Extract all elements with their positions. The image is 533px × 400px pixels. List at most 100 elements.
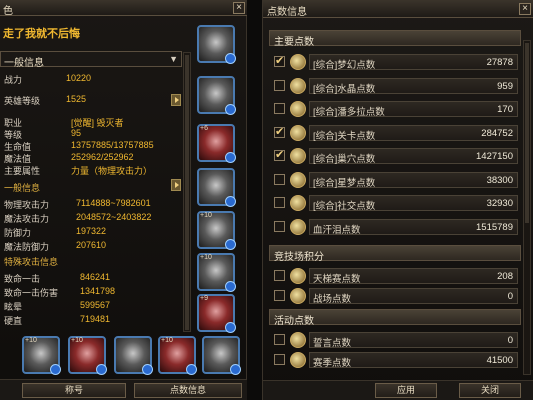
point-row: [综合]星梦点数 38300 — [271, 171, 521, 190]
checkbox-icon[interactable] — [274, 197, 285, 208]
stat-key: 硬直 — [4, 316, 23, 326]
enhance-level: +10 — [71, 337, 83, 344]
equip-slot-5[interactable]: +10 — [197, 211, 236, 250]
point-value: 32930 — [486, 198, 513, 209]
stat-row-mag-def: 魔法防御力 207610 — [4, 240, 184, 253]
stat-key: 致命一击 — [4, 274, 41, 284]
checkbox-icon[interactable] — [274, 290, 285, 301]
points-panel-title: 点数信息 — [267, 7, 307, 18]
stat-value: 1525 — [66, 94, 87, 104]
stat-value: 599567 — [80, 300, 111, 310]
checkbox-icon[interactable] — [274, 103, 285, 114]
stat-value: 207610 — [76, 240, 107, 250]
point-value: 41500 — [486, 355, 513, 366]
info-dropdown[interactable]: 一般信息 ▼ — [0, 51, 182, 69]
point-value: 27878 — [486, 57, 513, 68]
stats-scrollbar[interactable] — [183, 52, 191, 332]
point-row: 誓言点数 0 — [271, 331, 521, 350]
equip-slot-1[interactable] — [197, 25, 236, 64]
point-box: [综合]关卡点数 284752 — [309, 124, 518, 142]
point-box: 誓言点数 0 — [309, 332, 518, 349]
equip-slot-11[interactable]: +10 — [158, 336, 197, 375]
point-value: 38300 — [486, 174, 513, 186]
point-value: 1515789 — [476, 221, 513, 233]
checkbox-icon[interactable] — [274, 79, 285, 91]
checkbox-icon[interactable] — [274, 54, 285, 67]
enhance-level: +10 — [200, 212, 212, 219]
point-currency-icon — [290, 288, 306, 304]
arrow-right-icon[interactable] — [171, 179, 181, 191]
section-activity-points: 活动点数 — [269, 309, 521, 327]
point-currency-icon — [290, 148, 306, 164]
arrow-right-icon[interactable] — [171, 94, 181, 106]
checkbox-icon[interactable] — [274, 270, 285, 281]
stat-value: 力量（物理攻击力） — [71, 166, 153, 176]
point-box: [综合]水晶点数 959 — [309, 77, 518, 95]
point-row: [综合]水晶点数 959 — [271, 77, 521, 96]
equip-slot-8[interactable]: +10 — [22, 336, 61, 375]
points-info-button[interactable]: 点数信息 — [134, 383, 242, 398]
stat-row-hero-level: 英雄等级 1525 — [4, 94, 184, 107]
character-panel-title: 色 — [3, 6, 13, 17]
gear-icon — [142, 364, 153, 375]
point-value: 0 — [507, 291, 513, 302]
checkbox-icon[interactable] — [274, 173, 285, 185]
point-box: 血汗泪点数 1515789 — [309, 218, 518, 236]
point-label: [综合]梦幻点数 — [313, 60, 376, 71]
point-label: [综合]潘多拉点数 — [313, 107, 385, 118]
equip-slot-3[interactable]: +6 — [197, 124, 236, 163]
point-row: [综合]巢穴点数 1427150 — [271, 147, 521, 166]
equip-slot-6[interactable]: +10 — [197, 253, 236, 292]
equip-slot-4[interactable] — [197, 168, 236, 207]
stat-row-crit-dmg: 致命一击伤害 1341798 — [4, 286, 184, 299]
scrollbar-thumb[interactable] — [185, 55, 189, 330]
point-currency-icon — [290, 54, 306, 70]
character-panel: 色 × 走了我就不后悔 一般信息 ▼ 战力 10220 英雄等级 1525 职业… — [0, 0, 247, 400]
stat-key: 魔法防御力 — [4, 242, 50, 252]
enhance-level: +10 — [161, 337, 173, 344]
checkbox-icon[interactable] — [274, 220, 285, 232]
point-row: [综合]关卡点数 284752 — [271, 124, 521, 143]
point-label: [综合]巢穴点数 — [313, 154, 376, 165]
stat-key: 防御力 — [4, 228, 32, 238]
points-scrollbar[interactable] — [523, 40, 531, 375]
point-row: [综合]社交点数 32930 — [271, 194, 521, 213]
equip-slot-10[interactable] — [114, 336, 153, 375]
checkbox-icon[interactable] — [274, 125, 285, 138]
point-row: 天梯赛点数 208 — [271, 267, 521, 286]
point-currency-icon — [290, 195, 306, 211]
checkbox-icon[interactable] — [274, 334, 285, 345]
point-currency-icon — [290, 171, 306, 188]
point-box: [综合]潘多拉点数 170 — [309, 101, 518, 118]
close-icon[interactable]: × — [519, 3, 531, 15]
stat-value: 10220 — [66, 73, 92, 83]
point-label: 天梯赛点数 — [313, 274, 361, 285]
section-label: 活动点数 — [274, 316, 314, 327]
gear-icon — [225, 196, 236, 207]
point-value: 284752 — [481, 127, 513, 139]
stat-key: 致命一击伤害 — [4, 288, 59, 298]
equip-slot-9[interactable]: +10 — [68, 336, 107, 375]
point-value: 0 — [507, 335, 513, 346]
close-button[interactable]: 关闭 — [459, 383, 521, 398]
apply-button[interactable]: 应用 — [375, 383, 437, 398]
enhance-level: +9 — [200, 295, 208, 302]
equip-slot-2[interactable] — [197, 76, 236, 115]
equip-slot-7[interactable]: +9 — [197, 294, 236, 333]
stat-row-main-attr: 主要属性 力量（物理攻击力） — [4, 164, 184, 177]
point-box: 天梯赛点数 208 — [309, 268, 518, 285]
point-label: 血汗泪点数 — [313, 224, 361, 236]
section-label: 竞技场积分 — [274, 252, 324, 263]
title-button[interactable]: 称号 — [22, 383, 126, 398]
checkbox-icon[interactable] — [274, 354, 285, 365]
gear-icon — [50, 364, 61, 375]
close-icon[interactable]: × — [233, 2, 245, 14]
character-name: 走了我就不后悔 — [3, 28, 80, 40]
scrollbar-thumb[interactable] — [525, 43, 529, 223]
gear-icon — [225, 322, 236, 333]
checkbox-icon[interactable] — [274, 148, 285, 161]
point-label: 赛季点数 — [313, 358, 352, 369]
equip-slot-12[interactable] — [202, 336, 241, 375]
point-value: 1427150 — [476, 151, 513, 162]
stat-value: 846241 — [80, 272, 111, 282]
